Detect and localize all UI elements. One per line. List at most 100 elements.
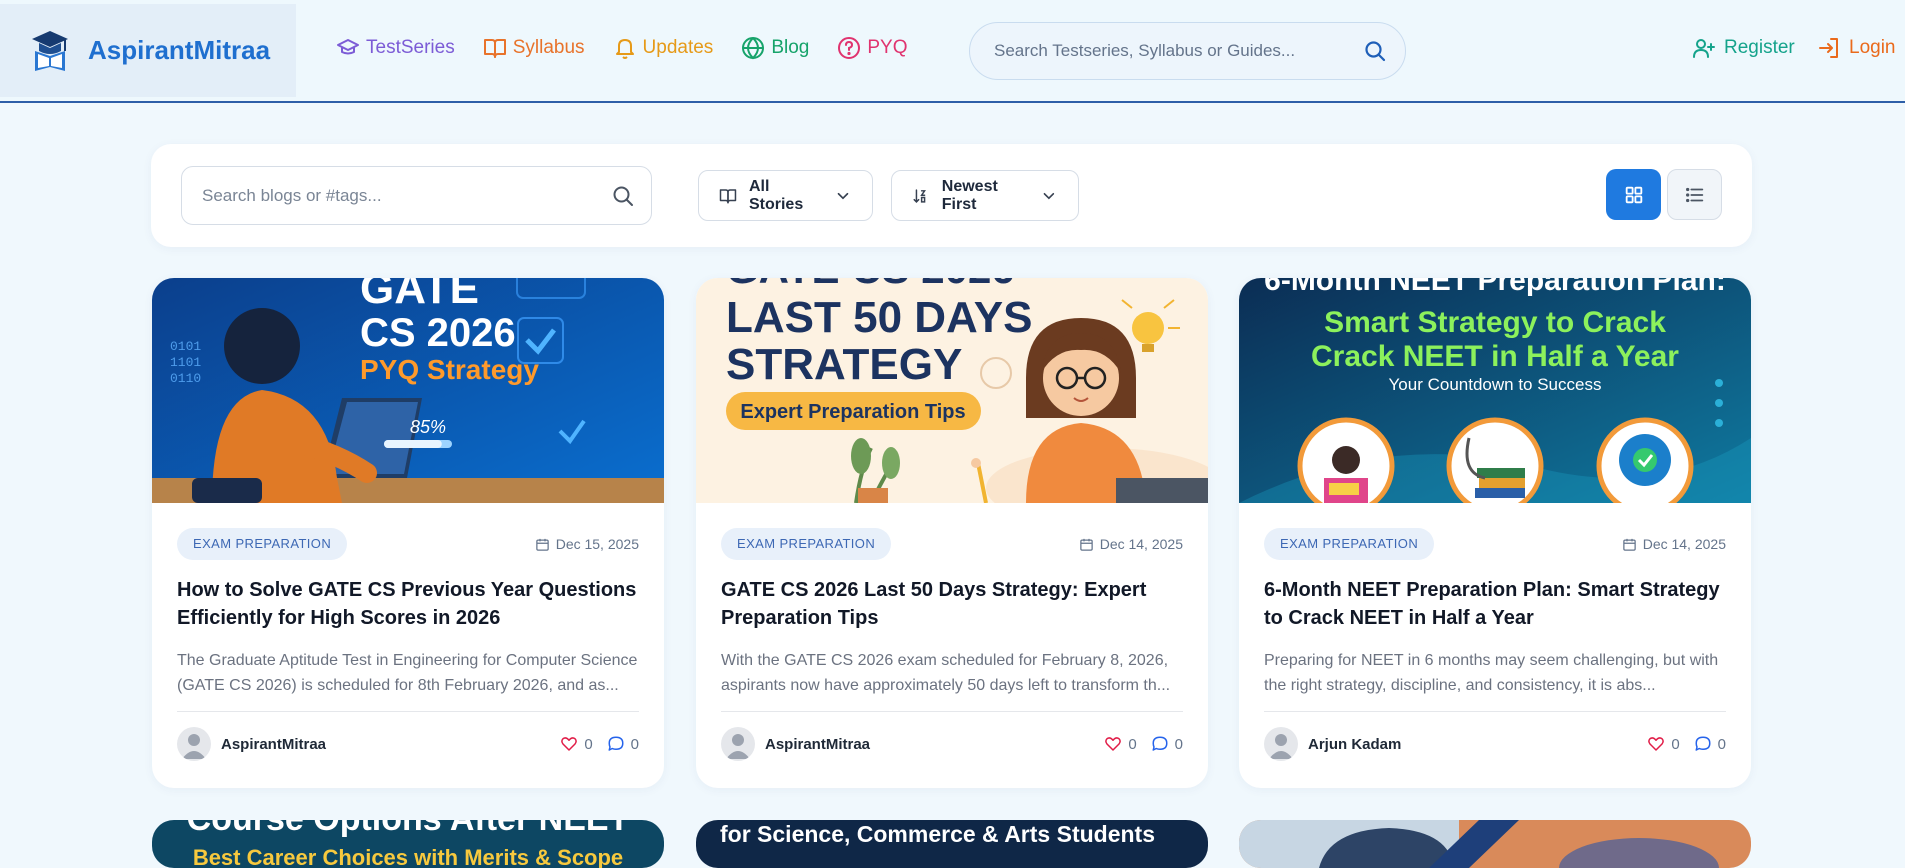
- card-divider: [721, 711, 1183, 712]
- blog-card-next[interactable]: for Science, Commerce & Arts Students: [696, 820, 1208, 868]
- image-heading-1: GATE: [360, 278, 479, 313]
- book-open-icon: [719, 188, 737, 203]
- login-label: Login: [1849, 37, 1896, 58]
- stories-filter-label: All Stories: [748, 177, 804, 213]
- user-plus-icon: [1693, 39, 1715, 58]
- image-subheading: Your Countdown to Success: [1389, 375, 1602, 394]
- card-divider: [1264, 711, 1726, 712]
- blog-card-next[interactable]: [1239, 820, 1751, 868]
- post-title[interactable]: How to Solve GATE CS Previous Year Quest…: [177, 576, 639, 632]
- post-date: Dec 14, 2025: [1079, 536, 1183, 552]
- blog-search-input[interactable]: [202, 185, 611, 206]
- comment-button[interactable]: 0: [1694, 735, 1726, 753]
- image-heading-2: STRATEGY: [726, 340, 962, 389]
- blog-card-image[interactable]: GATE CS 2026 LAST 50 DAYS STRATEGY Exper…: [696, 278, 1208, 503]
- blog-card[interactable]: 0101 1101 0110 GATE CS 2026 PYQ Strategy…: [152, 278, 664, 788]
- blog-card-image[interactable]: 6-Month NEET Preparation Plan: Smart Str…: [1239, 278, 1751, 503]
- like-button[interactable]: 0: [560, 735, 593, 753]
- category-tag[interactable]: EXAM PREPARATION: [177, 528, 348, 560]
- comment-count: 0: [1717, 735, 1726, 753]
- card-divider: [177, 711, 639, 712]
- grid-icon: [1625, 186, 1642, 203]
- post-excerpt: Preparing for NEET in 6 months may seem …: [1264, 652, 1719, 694]
- like-count: 0: [1671, 735, 1680, 753]
- book-open-icon: [483, 39, 506, 58]
- logo-icon: [32, 30, 68, 71]
- progress-text: 85%: [410, 417, 446, 437]
- blog-card[interactable]: GATE CS 2026 LAST 50 DAYS STRATEGY Exper…: [696, 278, 1208, 788]
- site-search: [969, 22, 1406, 80]
- image-heading-1: for Science, Commerce & Arts Students: [720, 821, 1155, 847]
- comment-button[interactable]: 0: [1151, 735, 1183, 753]
- author-name: AspirantMitraa: [765, 735, 871, 753]
- image-heading-2: CS 2026: [360, 311, 516, 355]
- post-date: Dec 14, 2025: [1622, 536, 1726, 552]
- image-heading-1: LAST 50 DAYS: [726, 293, 1032, 342]
- blog-card-image[interactable]: 0101 1101 0110 GATE CS 2026 PYQ Strategy…: [152, 278, 664, 503]
- comment-button[interactable]: 0: [607, 735, 639, 753]
- image-badge: Expert Preparation Tips: [740, 401, 965, 423]
- post-excerpt: The Graduate Aptitude Test in Engineerin…: [177, 652, 638, 694]
- nav-link-testseries[interactable]: TestSeries: [336, 36, 455, 60]
- site-search-input[interactable]: [994, 41, 1363, 61]
- nav-link-pyq[interactable]: PYQ: [837, 36, 907, 60]
- image-heading-0: 6-Month NEET Preparation Plan:: [1264, 278, 1726, 297]
- post-author[interactable]: AspirantMitraa: [177, 727, 326, 761]
- avatar: [177, 727, 211, 761]
- post-author[interactable]: Arjun Kadam: [1264, 727, 1401, 761]
- like-button[interactable]: 0: [1647, 735, 1680, 753]
- image-heading-2: Best Career Choices with Merits & Scope: [193, 845, 623, 868]
- post-title[interactable]: GATE CS 2026 Last 50 Days Strategy: Expe…: [721, 576, 1183, 632]
- category-tag[interactable]: EXAM PREPARATION: [1264, 528, 1435, 560]
- nav-link-blog[interactable]: Blog: [741, 36, 809, 60]
- login-link[interactable]: Login: [1817, 36, 1896, 60]
- image-heading-3: PYQ Strategy: [360, 354, 539, 385]
- comment-count: 0: [1174, 735, 1183, 753]
- post-stats: 0 0: [1090, 735, 1183, 753]
- heart-icon: [1105, 737, 1122, 751]
- post-stats: 0 0: [1633, 735, 1726, 753]
- post-date: Dec 15, 2025: [535, 536, 639, 552]
- bell-icon: [615, 39, 634, 59]
- like-count: 0: [1128, 735, 1137, 753]
- post-date-text: Dec 14, 2025: [1642, 536, 1726, 552]
- nav-link-label: Updates: [642, 37, 714, 58]
- nav-link-label: PYQ: [867, 37, 908, 58]
- register-link[interactable]: Register: [1692, 36, 1795, 60]
- main-nav: TestSeries Syllabus Updates Blog PYQ: [336, 36, 935, 60]
- log-in-icon: [1819, 38, 1838, 58]
- list-view-button[interactable]: [1667, 169, 1722, 220]
- blog-card-next[interactable]: Course Options After NEET Best Career Ch…: [152, 820, 664, 868]
- like-count: 0: [584, 735, 593, 753]
- post-author[interactable]: AspirantMitraa: [721, 727, 870, 761]
- comment-count: 0: [630, 735, 639, 753]
- top-navbar: AspirantMitraa TestSeries Syllabus Updat…: [0, 0, 1905, 103]
- image-heading-0: GATE CS 2026: [726, 278, 1015, 292]
- calendar-icon: [1079, 538, 1093, 551]
- list-icon: [1685, 187, 1703, 202]
- calendar-icon: [1622, 538, 1636, 551]
- comment-icon: [608, 736, 624, 751]
- image-heading-2: Crack NEET in Half a Year: [1311, 340, 1679, 373]
- avatar: [1264, 727, 1298, 761]
- graduation-cap-icon: [337, 39, 359, 55]
- nav-link-syllabus[interactable]: Syllabus: [483, 36, 585, 60]
- grid-view-button[interactable]: [1606, 169, 1661, 220]
- sort-dropdown[interactable]: Newest First: [891, 170, 1079, 221]
- progress-bar: [384, 440, 442, 448]
- chevron-down-icon: [837, 192, 849, 199]
- nav-link-updates[interactable]: Updates: [613, 36, 714, 60]
- search-icon[interactable]: [611, 184, 635, 208]
- search-icon[interactable]: [1363, 39, 1387, 63]
- category-tag[interactable]: EXAM PREPARATION: [721, 528, 892, 560]
- stories-filter-dropdown[interactable]: All Stories: [698, 170, 873, 221]
- binary-text-2: 1101: [170, 355, 201, 370]
- post-title[interactable]: 6-Month NEET Preparation Plan: Smart Str…: [1264, 576, 1726, 632]
- binary-text-1: 0101: [170, 339, 201, 354]
- like-button[interactable]: 0: [1104, 735, 1137, 753]
- nav-link-label: Syllabus: [512, 37, 585, 58]
- brand[interactable]: AspirantMitraa: [0, 4, 296, 97]
- post-excerpt: With the GATE CS 2026 exam scheduled for…: [721, 652, 1171, 694]
- blog-card[interactable]: 6-Month NEET Preparation Plan: Smart Str…: [1239, 278, 1751, 788]
- post-stats: 0 0: [546, 735, 639, 753]
